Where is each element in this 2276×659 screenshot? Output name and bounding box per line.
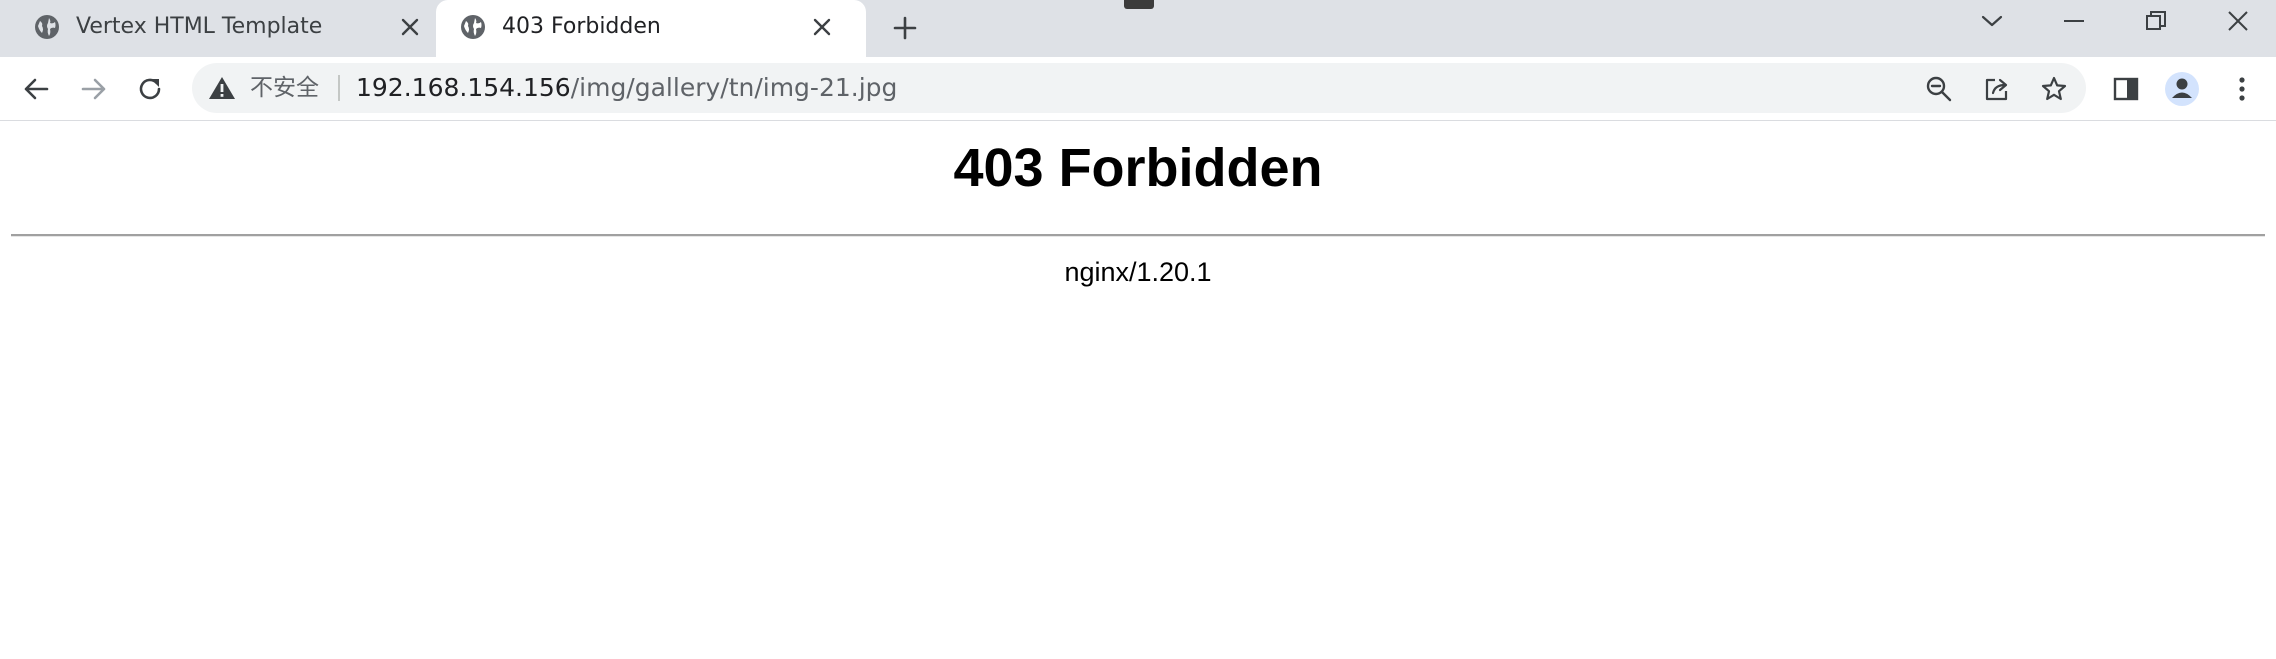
- screen-capture-handle: [1124, 0, 1154, 9]
- browser-toolbar: 不安全 192.168.154.156/img/gallery/tn/img-2…: [0, 57, 2276, 121]
- security-label[interactable]: 不安全: [250, 73, 319, 103]
- globe-icon: [34, 14, 60, 40]
- close-icon[interactable]: [806, 11, 838, 43]
- zoom-out-icon[interactable]: [1922, 72, 1956, 106]
- back-arrow-icon[interactable]: [16, 69, 56, 109]
- globe-icon: [460, 14, 486, 40]
- url-text[interactable]: 192.168.154.156/img/gallery/tn/img-21.jp…: [356, 72, 897, 104]
- close-icon[interactable]: [394, 11, 426, 43]
- tab-title: 403 Forbidden: [502, 14, 661, 39]
- tab-vertex-html-template[interactable]: Vertex HTML Template: [0, 0, 436, 57]
- forward-arrow-icon[interactable]: [74, 69, 114, 109]
- restore-icon[interactable]: [2126, 0, 2186, 42]
- reload-icon[interactable]: [130, 69, 170, 109]
- tab-403-forbidden[interactable]: 403 Forbidden: [436, 0, 866, 57]
- close-window-icon[interactable]: [2208, 0, 2268, 42]
- address-bar[interactable]: 不安全 192.168.154.156/img/gallery/tn/img-2…: [192, 63, 2086, 113]
- plus-icon[interactable]: [886, 9, 924, 47]
- chevron-down-icon[interactable]: [1962, 0, 2022, 42]
- url-host: 192.168.154.156: [356, 73, 571, 102]
- tab-strip: Vertex HTML Template 403 Forbidden: [0, 0, 2276, 57]
- url-path: /img/gallery/tn/img-21.jpg: [570, 73, 898, 102]
- avatar-icon[interactable]: [2162, 69, 2202, 109]
- horizontal-rule: [11, 234, 2265, 237]
- server-signature: nginx/1.20.1: [1064, 257, 1212, 287]
- share-icon[interactable]: [1980, 72, 2014, 106]
- page-title: 403 Forbidden: [953, 138, 1323, 198]
- page-content: 403 Forbidden nginx/1.20.1: [0, 122, 2276, 659]
- kebab-menu-icon[interactable]: [2222, 69, 2262, 109]
- address-divider: [338, 75, 340, 101]
- tab-title: Vertex HTML Template: [76, 14, 323, 39]
- star-icon[interactable]: [2037, 72, 2071, 106]
- warning-icon[interactable]: [208, 75, 236, 101]
- minimize-icon[interactable]: [2044, 0, 2104, 42]
- side-panel-icon[interactable]: [2106, 69, 2146, 109]
